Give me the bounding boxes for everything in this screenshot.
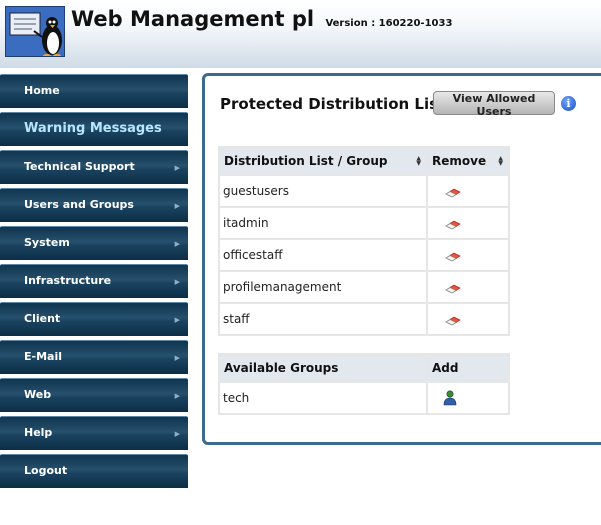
available-group-name: tech	[220, 383, 426, 413]
table-header-row: Available Groups Add	[220, 355, 508, 381]
app-title: Web Management pl Version : 160220-1033	[71, 7, 452, 31]
column-header-label: Remove	[432, 154, 487, 168]
add-user-icon[interactable]	[443, 390, 457, 406]
sort-arrows-icon[interactable]: ▲ ▼	[498, 156, 503, 167]
sidebar-item-web[interactable]: Web ▶	[0, 378, 188, 412]
eraser-icon[interactable]	[445, 283, 461, 293]
sidebar-nav: Home Warning Messages Technical Support ▶ Us…	[0, 74, 188, 492]
sidebar-item-label: Users and Groups	[24, 198, 134, 211]
sort-arrows-icon[interactable]: ▲ ▼	[416, 156, 421, 167]
submenu-arrow-icon: ▶	[174, 164, 180, 172]
distribution-list-name: guestusers	[220, 176, 426, 206]
submenu-arrow-icon: ▶	[174, 316, 180, 324]
sidebar-item-label: Logout	[24, 464, 68, 477]
table-row: itadmin	[220, 208, 508, 238]
app-header: Web Management pl Version : 160220-1033	[0, 0, 601, 68]
remove-cell	[428, 240, 508, 270]
eraser-icon[interactable]	[445, 251, 461, 261]
sidebar-item-users-and-groups[interactable]: Users and Groups ▶	[0, 188, 188, 222]
sidebar-item-label: Home	[24, 84, 60, 97]
sidebar-item-label: Technical Support	[24, 160, 135, 173]
table-row: staff	[220, 304, 508, 334]
eraser-icon[interactable]	[445, 187, 461, 197]
remove-cell	[428, 208, 508, 238]
table-header-row: Distribution List / Group ▲ ▼ Remove ▲ ▼	[220, 148, 508, 174]
view-allowed-users-button[interactable]: View Allowed Users	[433, 91, 555, 118]
sidebar-item-technical-support[interactable]: Technical Support ▶	[0, 150, 188, 184]
column-header-distribution-list[interactable]: Distribution List / Group ▲ ▼	[220, 148, 426, 174]
sidebar-item-label: Client	[24, 312, 61, 325]
eraser-icon[interactable]	[445, 315, 461, 325]
sidebar-item-infrastructure[interactable]: Infrastructure ▶	[0, 264, 188, 298]
page-title: Protected Distribution Lists	[220, 95, 455, 113]
app-title-text: Web Management pl	[71, 7, 315, 31]
submenu-arrow-icon: ▶	[174, 278, 180, 286]
column-header-available-groups: Available Groups	[220, 355, 426, 381]
table-row: officestaff	[220, 240, 508, 270]
submenu-arrow-icon: ▶	[174, 240, 180, 248]
sidebar-item-label: Web	[24, 388, 52, 401]
column-header-remove[interactable]: Remove ▲ ▼	[428, 148, 508, 174]
sidebar-item-client[interactable]: Client ▶	[0, 302, 188, 336]
main-panel: Protected Distribution Lists View Allowe…	[202, 73, 601, 445]
remove-cell	[428, 304, 508, 334]
info-icon[interactable]: i	[561, 96, 576, 111]
sidebar-item-system[interactable]: System ▶	[0, 226, 188, 260]
sidebar-item-label: Help	[24, 426, 53, 439]
sidebar-item-e-mail[interactable]: E-Mail ▶	[0, 340, 188, 374]
table-row: profilemanagement	[220, 272, 508, 302]
available-groups-table: Available Groups Add tech	[218, 353, 510, 415]
column-header-label: Distribution List / Group	[224, 154, 388, 168]
available-groups-body: tech	[220, 383, 508, 413]
remove-cell	[428, 176, 508, 206]
table-row: guestusers	[220, 176, 508, 206]
column-header-add: Add	[428, 355, 508, 381]
sidebar-item-label: System	[24, 236, 70, 249]
distribution-list-name: officestaff	[220, 240, 426, 270]
protected-lists-table: Distribution List / Group ▲ ▼ Remove ▲ ▼ g…	[218, 146, 510, 336]
distribution-list-name: itadmin	[220, 208, 426, 238]
sidebar-item-label: Warning Messages	[24, 121, 162, 136]
distribution-list-name: profilemanagement	[220, 272, 426, 302]
penguin-logo-icon	[5, 6, 65, 57]
sidebar-item-label: E-Mail	[24, 350, 62, 363]
protected-lists-body: guestusers itadmin officestaff profilemanag…	[220, 176, 508, 334]
sidebar-item-home[interactable]: Home	[0, 74, 188, 108]
submenu-arrow-icon: ▶	[174, 354, 180, 362]
submenu-arrow-icon: ▶	[174, 202, 180, 210]
eraser-icon[interactable]	[445, 219, 461, 229]
sidebar-item-label: Infrastructure	[24, 274, 112, 287]
table-row: tech	[220, 383, 508, 413]
sidebar-item-warning-messages[interactable]: Warning Messages	[0, 112, 188, 146]
remove-cell	[428, 272, 508, 302]
submenu-arrow-icon: ▶	[174, 430, 180, 438]
submenu-arrow-icon: ▶	[174, 392, 180, 400]
app-version: Version : 160220-1033	[325, 18, 453, 29]
add-cell	[428, 383, 508, 413]
sidebar-item-help[interactable]: Help ▶	[0, 416, 188, 450]
sidebar-item-logout[interactable]: Logout	[0, 454, 188, 488]
distribution-list-name: staff	[220, 304, 426, 334]
